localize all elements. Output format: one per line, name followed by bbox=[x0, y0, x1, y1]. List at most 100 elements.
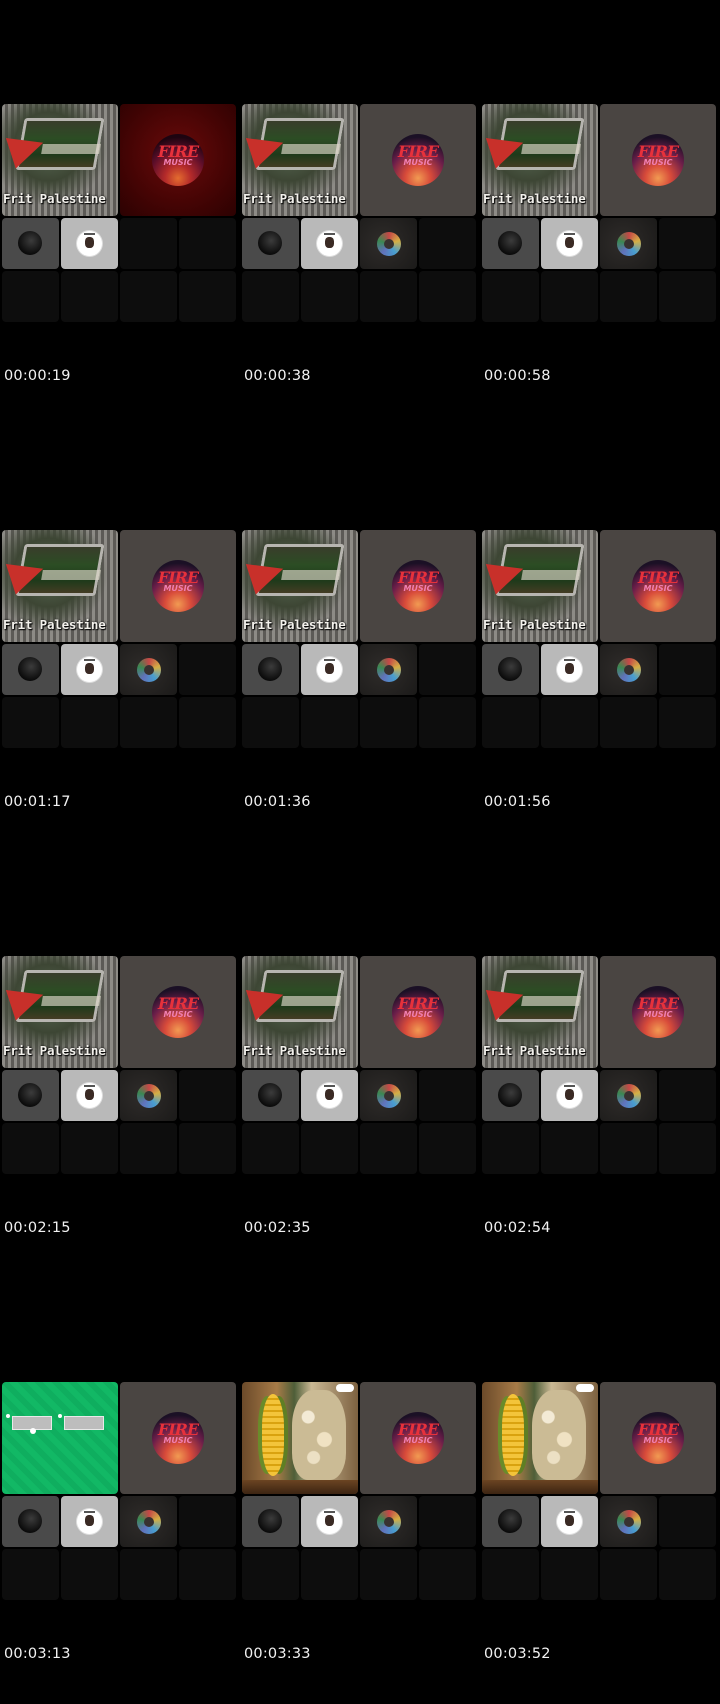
avatar-tile[interactable] bbox=[61, 218, 118, 269]
avatar-tile[interactable] bbox=[360, 218, 417, 269]
avatar-tile[interactable] bbox=[301, 1496, 358, 1547]
main-video-tile[interactable]: Frit Palestine bbox=[242, 104, 358, 216]
empty-tile bbox=[541, 697, 598, 748]
colorful-circle-icon bbox=[377, 1510, 401, 1534]
avatar-tile[interactable] bbox=[301, 644, 358, 695]
logo-line2: MUSIC bbox=[163, 158, 193, 167]
colorful-circle-icon bbox=[137, 658, 161, 682]
frame-2: Frit Palestine FIRE MUSIC 00:00:38 bbox=[240, 0, 477, 426]
avatar-tile[interactable] bbox=[360, 644, 417, 695]
dark-disc-icon bbox=[258, 231, 282, 255]
logo-video-tile[interactable]: FIRE MUSIC bbox=[360, 530, 476, 642]
avatar-tile[interactable] bbox=[120, 1496, 177, 1547]
avatar-tile[interactable] bbox=[61, 644, 118, 695]
avatar-tile[interactable] bbox=[600, 1496, 657, 1547]
avatar-tile[interactable] bbox=[120, 1070, 177, 1121]
video-caption: Frit Palestine bbox=[3, 191, 106, 206]
logo-video-tile[interactable]: FIRE MUSIC bbox=[360, 104, 476, 216]
main-video-tile[interactable]: Frit Palestine bbox=[2, 530, 118, 642]
logo-video-tile[interactable]: FIRE MUSIC bbox=[600, 1382, 716, 1494]
fire-music-logo-icon: FIRE MUSIC bbox=[392, 560, 444, 612]
avatar-tile[interactable] bbox=[301, 1070, 358, 1121]
empty-tile bbox=[179, 697, 236, 748]
empty-tile bbox=[360, 697, 417, 748]
main-video-tile[interactable]: Frit Palestine bbox=[2, 104, 118, 216]
avatar-tile[interactable] bbox=[482, 218, 539, 269]
main-video-tile[interactable]: Frit Palestine bbox=[482, 104, 598, 216]
cartoon-face-icon bbox=[77, 1083, 102, 1108]
main-video-tile[interactable]: Frit Palestine bbox=[242, 530, 358, 642]
avatar-tile[interactable] bbox=[541, 1496, 598, 1547]
logo-video-tile[interactable]: FIRE MUSIC bbox=[360, 1382, 476, 1494]
timestamp: 00:02:54 bbox=[484, 1220, 551, 1236]
main-video-tile[interactable] bbox=[2, 1382, 118, 1494]
participant-grid: FIRE MUSIC bbox=[240, 1382, 477, 1600]
avatar-tile[interactable] bbox=[242, 644, 299, 695]
floor bbox=[482, 1480, 598, 1494]
timestamp: 00:03:13 bbox=[4, 1646, 71, 1662]
avatar-tile[interactable] bbox=[2, 644, 59, 695]
main-video-tile[interactable]: Frit Palestine bbox=[482, 956, 598, 1068]
empty-tile bbox=[659, 1070, 716, 1121]
frame-3: Frit Palestine FIRE MUSIC 00:00:58 bbox=[480, 0, 717, 426]
dark-disc-icon bbox=[18, 1509, 42, 1533]
fire-music-logo-icon: FIRE MUSIC bbox=[152, 134, 204, 186]
avatar-tile[interactable] bbox=[541, 1070, 598, 1121]
empty-tile bbox=[659, 1496, 716, 1547]
empty-tile bbox=[179, 218, 236, 269]
avatar-tile[interactable] bbox=[120, 644, 177, 695]
main-video-tile[interactable] bbox=[482, 1382, 598, 1494]
logo-video-tile[interactable]: FIRE MUSIC bbox=[360, 956, 476, 1068]
avatar-tile[interactable] bbox=[541, 644, 598, 695]
main-video-tile[interactable]: Frit Palestine bbox=[482, 530, 598, 642]
avatar-tile[interactable] bbox=[360, 1496, 417, 1547]
avatar-tile[interactable] bbox=[360, 1070, 417, 1121]
avatar-tile[interactable] bbox=[600, 644, 657, 695]
logo-video-tile[interactable]: FIRE MUSIC bbox=[120, 104, 236, 216]
logo-video-tile[interactable]: FIRE MUSIC bbox=[600, 530, 716, 642]
logo-video-tile[interactable]: FIRE MUSIC bbox=[120, 530, 236, 642]
avatar-tile[interactable] bbox=[2, 218, 59, 269]
avatar-tile[interactable] bbox=[2, 1496, 59, 1547]
logo-video-tile[interactable]: FIRE MUSIC bbox=[120, 956, 236, 1068]
logo-line2: MUSIC bbox=[643, 584, 673, 593]
empty-tile bbox=[120, 1549, 177, 1600]
floor bbox=[242, 1480, 358, 1494]
main-video-tile[interactable]: Frit Palestine bbox=[242, 956, 358, 1068]
cartoon-face-icon bbox=[77, 231, 102, 256]
avatar-tile[interactable] bbox=[242, 1496, 299, 1547]
avatar-tile[interactable] bbox=[482, 644, 539, 695]
avatar-tile[interactable] bbox=[61, 1070, 118, 1121]
main-video-tile[interactable]: Frit Palestine bbox=[2, 956, 118, 1068]
avatar-tile[interactable] bbox=[541, 218, 598, 269]
dark-disc-icon bbox=[498, 657, 522, 681]
avatar-tile[interactable] bbox=[2, 1070, 59, 1121]
flag-stripe bbox=[41, 144, 101, 154]
participant-grid: Frit Palestine FIRE MUSIC bbox=[480, 530, 717, 748]
empty-tile bbox=[419, 1549, 476, 1600]
avatar-tile[interactable] bbox=[600, 218, 657, 269]
logo-video-tile[interactable]: FIRE MUSIC bbox=[600, 104, 716, 216]
main-video-tile[interactable] bbox=[242, 1382, 358, 1494]
cartoon-face-icon bbox=[317, 1083, 342, 1108]
avatar-tile[interactable] bbox=[301, 218, 358, 269]
avatar-tile[interactable] bbox=[482, 1496, 539, 1547]
participant-grid: Frit Palestine FIRE MUSIC bbox=[0, 104, 237, 322]
fire-music-logo-icon: FIRE MUSIC bbox=[632, 986, 684, 1038]
avatar-tile[interactable] bbox=[482, 1070, 539, 1121]
logo-video-tile[interactable]: FIRE MUSIC bbox=[120, 1382, 236, 1494]
logo-video-tile[interactable]: FIRE MUSIC bbox=[600, 956, 716, 1068]
avatar-tile[interactable] bbox=[242, 218, 299, 269]
popcorn-icon bbox=[532, 1390, 586, 1480]
participant-grid: Frit Palestine FIRE MUSIC bbox=[240, 104, 477, 322]
fire-music-logo-icon: FIRE MUSIC bbox=[392, 986, 444, 1038]
avatar-tile[interactable] bbox=[242, 1070, 299, 1121]
empty-tile bbox=[179, 1123, 236, 1174]
empty-tile bbox=[242, 1549, 299, 1600]
avatar-tile[interactable] bbox=[600, 1070, 657, 1121]
avatar-tile[interactable] bbox=[61, 1496, 118, 1547]
frame-4: Frit Palestine FIRE MUSIC 00:01:17 bbox=[0, 426, 237, 852]
logo-line2: MUSIC bbox=[643, 1010, 673, 1019]
fire-music-logo-icon: FIRE MUSIC bbox=[152, 986, 204, 1038]
timestamp: 00:02:35 bbox=[244, 1220, 311, 1236]
